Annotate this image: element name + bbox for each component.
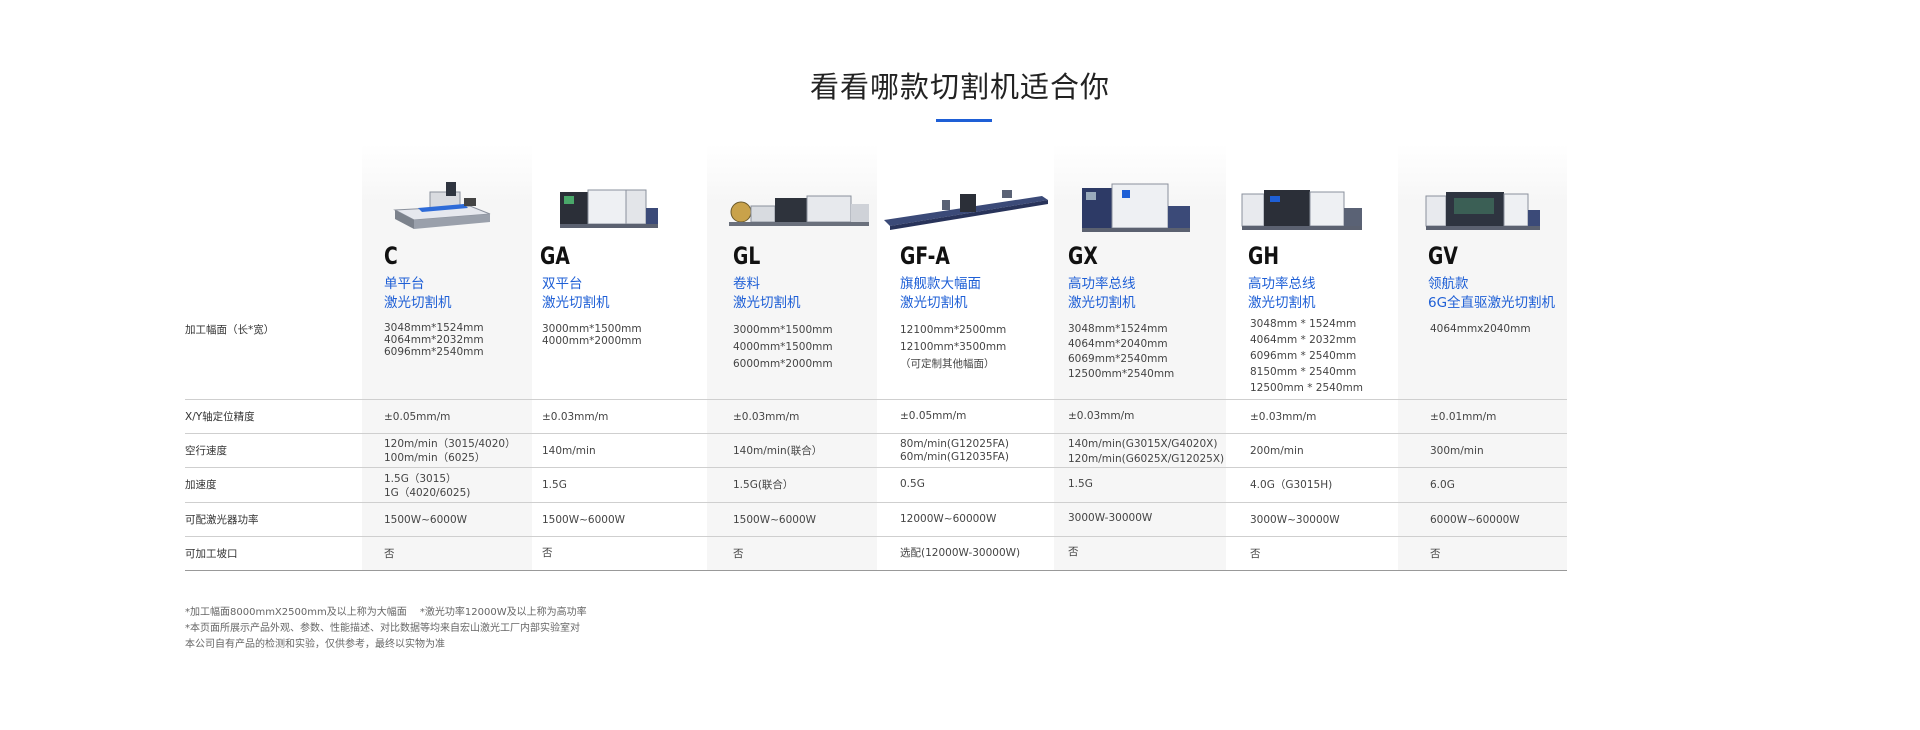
cell-idle-speed-gf-a: 80m/min(G12025FA) 60m/min(G12035FA): [900, 438, 1009, 463]
cell-acceleration-gx: 1.5G: [1068, 478, 1093, 490]
cell-bevel-ga: 否: [542, 547, 553, 559]
row-divider-5: [185, 536, 1567, 537]
footnote-line-2: *本页面所展示产品外观、参数、性能描述、对比数据等均来自宏山激光工厂内部实验室对: [185, 623, 580, 634]
footnote-line-3: 本公司自有产品的检测和实验，仅供参考，最终以实物为准: [185, 639, 445, 650]
model-name-ga: GA: [540, 242, 570, 270]
cell-idle-speed-gx: 140m/min(G3015X/G4020X) 120m/min(G6025X/…: [1068, 438, 1225, 465]
machine-image-gl: [729, 195, 869, 226]
cell-bevel-gf-a: 选配(12000W-30000W): [900, 547, 1021, 559]
row-label-accuracy: X/Y轴定位精度: [185, 411, 255, 423]
model-subtitle-gl: 卷料 激光切割机: [733, 275, 801, 313]
cell-laser-power-gv: 6000W~60000W: [1430, 514, 1520, 526]
cell-idle-speed-gh: 200m/min: [1250, 445, 1304, 457]
footnote-line-1: *加工幅面8000mmX2500mm及以上称为大幅面 *激光功率12000W及以…: [185, 607, 587, 618]
row-label-bevel: 可加工坡口: [185, 548, 238, 560]
model-subtitle-c: 单平台 激光切割机: [384, 275, 452, 313]
cell-acceleration-gf-a: 0.5G: [900, 478, 925, 490]
model-subtitle-gv-line2: 6G全直驱激光切割机: [1428, 295, 1556, 311]
cell-laser-power-gl: 1500W~6000W: [733, 514, 817, 526]
cell-accuracy-c: ±0.05mm/m: [384, 411, 451, 423]
cell-idle-speed-ga: 140m/min: [542, 445, 596, 457]
cell-laser-power-gh: 3000W~30000W: [1250, 514, 1340, 526]
cell-accuracy-gf-a: ±0.05mm/m: [900, 410, 967, 422]
machine-image-c: [393, 182, 491, 229]
model-name-gh: GH: [1248, 242, 1280, 270]
cell-laser-power-gf-a: 12000W~60000W: [900, 513, 997, 525]
cell-idle-speed-gl: 140m/min(联合）: [733, 445, 823, 457]
row-label-idle-speed: 空行速度: [185, 445, 227, 457]
model-subtitle-gx: 高功率总线 激光切割机: [1068, 275, 1136, 313]
model-name-gv: GV: [1428, 242, 1458, 270]
model-subtitle-c-line2: 激光切割机: [384, 295, 452, 311]
model-subtitle-ga: 双平台 激光切割机: [542, 275, 610, 313]
row-divider-2: [185, 433, 1567, 434]
model-subtitle-gl-line1: 卷料: [733, 276, 760, 292]
cell-bevel-gx: 否: [1068, 546, 1079, 558]
row-label-acceleration: 加速度: [185, 479, 217, 491]
title-underline: [936, 119, 992, 122]
model-name-gl: GL: [733, 242, 761, 270]
cell-accuracy-ga: ±0.03mm/m: [542, 411, 609, 423]
cell-size-ga: 3000mm*1500mm 4000mm*2000mm: [542, 323, 642, 347]
row-divider-1: [185, 399, 1567, 400]
table-bottom-border: [185, 570, 1567, 571]
model-subtitle-gv-line1: 领航款: [1428, 276, 1469, 292]
row-divider-4: [185, 502, 1567, 503]
cell-size-gf-a: 12100mm*2500mm 12100mm*3500mm （可定制其他幅面）: [900, 324, 1007, 370]
cell-accuracy-gv: ±0.01mm/m: [1430, 411, 1497, 423]
model-subtitle-ga-line1: 双平台: [542, 276, 583, 292]
model-subtitle-gh: 高功率总线 激光切割机: [1248, 275, 1316, 313]
model-subtitle-gh-line1: 高功率总线: [1248, 276, 1316, 292]
cell-accuracy-gh: ±0.03mm/m: [1250, 411, 1317, 423]
machine-image-ga: [560, 189, 658, 228]
cell-laser-power-c: 1500W~6000W: [384, 514, 468, 526]
cell-size-gx: 3048mm*1524mm 4064mm*2040mm 6069mm*2540m…: [1068, 323, 1175, 380]
cell-acceleration-gv: 6.0G: [1430, 479, 1455, 491]
cell-bevel-c: 否: [384, 548, 395, 560]
cell-accuracy-gx: ±0.03mm/m: [1068, 410, 1135, 422]
machine-image-gv: [1425, 192, 1540, 230]
cell-laser-power-ga: 1500W~6000W: [542, 514, 626, 526]
page-title: 看看哪款切割机适合你: [809, 70, 1110, 104]
cell-acceleration-ga: 1.5G: [542, 479, 567, 491]
cell-size-gh: 3048mm * 1524mm 4064mm * 2032mm 6096mm *…: [1250, 318, 1363, 394]
cell-idle-speed-c: 120m/min（3015/4020） 100m/min（6025）: [384, 438, 516, 464]
model-subtitle-c-line1: 单平台: [384, 276, 425, 292]
cell-size-c: 3048mm*1524mm 4064mm*2032mm 6096mm*2540m…: [384, 322, 484, 358]
cell-laser-power-gx: 3000W-30000W: [1068, 512, 1153, 524]
model-subtitle-gx-line2: 激光切割机: [1068, 295, 1136, 311]
model-subtitle-gf-a-line2: 激光切割机: [900, 295, 968, 311]
machine-image-gx: [1082, 183, 1190, 232]
machine-image-gh: [1241, 190, 1362, 230]
model-subtitle-gl-line2: 激光切割机: [733, 295, 801, 311]
model-subtitle-gh-line2: 激光切割机: [1248, 295, 1316, 311]
cell-bevel-gl: 否: [733, 548, 744, 560]
model-subtitle-gf-a-line1: 旗舰款大幅面: [900, 276, 981, 292]
model-subtitle-gf-a: 旗舰款大幅面 激光切割机: [900, 275, 981, 313]
cell-size-gl: 3000mm*1500mm 4000mm*1500mm 6000mm*2000m…: [733, 324, 833, 370]
model-name-gx: GX: [1068, 242, 1098, 270]
row-label-laser-power: 可配激光器功率: [185, 514, 259, 526]
cell-accuracy-gl: ±0.03mm/m: [733, 411, 800, 423]
row-label-size: 加工幅面（长*宽）: [185, 324, 275, 336]
row-divider-3: [185, 467, 1567, 468]
cell-acceleration-gl: 1.5G(联合）: [733, 479, 794, 491]
model-subtitle-ga-line2: 激光切割机: [542, 295, 610, 311]
cell-acceleration-gh: 4.0G（G3015H): [1250, 479, 1333, 491]
model-subtitle-gv: 领航款 6G全直驱激光切割机: [1428, 275, 1555, 313]
cell-acceleration-c: 1.5G（3015） 1G（4020/6025): [384, 473, 471, 499]
model-subtitle-gx-line1: 高功率总线: [1068, 276, 1136, 292]
machine-image-gf-a: [884, 190, 1048, 230]
cell-idle-speed-gv: 300m/min: [1430, 445, 1484, 457]
cell-bevel-gv: 否: [1430, 548, 1441, 560]
model-name-gf-a: GF-A: [900, 242, 950, 270]
cell-size-gv: 4064mmx2040mm: [1430, 323, 1531, 335]
cell-bevel-gh: 否: [1250, 548, 1261, 560]
model-name-c: C: [384, 242, 398, 270]
